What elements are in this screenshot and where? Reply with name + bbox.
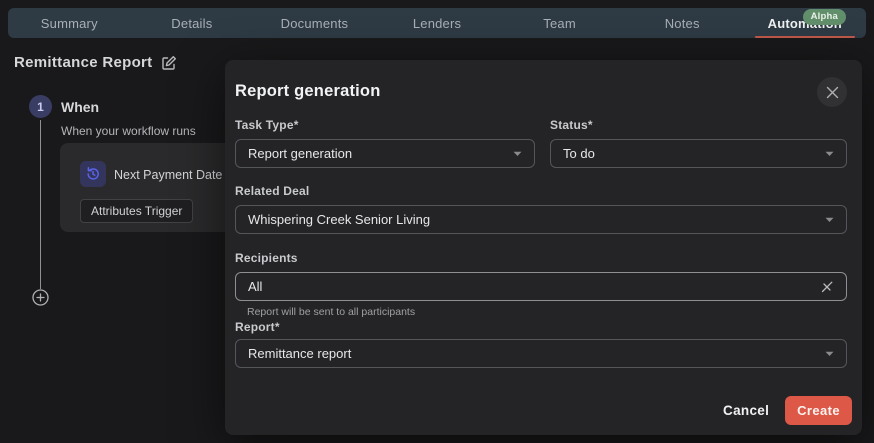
status-label: Status* xyxy=(550,118,593,132)
step-subtitle: When your workflow runs xyxy=(61,124,196,138)
step-number: 1 xyxy=(37,99,44,114)
task-type-value: Report generation xyxy=(248,146,353,161)
plus-circle-icon[interactable] xyxy=(32,289,49,306)
clear-icon[interactable] xyxy=(820,280,834,294)
tab-label: Summary xyxy=(40,15,98,31)
chevron-down-icon xyxy=(513,151,522,156)
related-deal-label: Related Deal xyxy=(235,184,310,198)
tab-bar: Summary Details Documents Lenders Team N… xyxy=(8,8,866,38)
tab-label: Documents xyxy=(280,15,349,31)
tab-label: Details xyxy=(171,15,213,31)
tab-summary[interactable]: Summary xyxy=(8,8,131,38)
alpha-badge: Alpha xyxy=(802,9,846,25)
chevron-down-icon xyxy=(825,351,834,356)
workflow-connector-line xyxy=(40,120,41,289)
tab-label: Team xyxy=(543,15,576,31)
cancel-button[interactable]: Cancel xyxy=(723,403,769,418)
active-tab-underline xyxy=(754,36,855,38)
tab-notes[interactable]: Notes xyxy=(621,8,744,38)
status-select[interactable]: To do xyxy=(550,139,847,168)
report-generation-modal: Report generation Task Type* Report gene… xyxy=(225,60,862,435)
chevron-down-icon xyxy=(825,217,834,222)
report-select[interactable]: Remittance report xyxy=(235,339,847,368)
history-icon xyxy=(80,161,106,187)
chevron-down-icon xyxy=(825,151,834,156)
close-icon[interactable] xyxy=(817,77,847,107)
related-deal-select[interactable]: Whispering Creek Senior Living xyxy=(235,205,847,234)
workflow-title-row: Remittance Report xyxy=(14,54,177,71)
trigger-name: Next Payment Date xyxy=(114,168,223,182)
tab-label: Notes xyxy=(664,15,700,31)
recipients-label: Recipients xyxy=(235,251,298,265)
tab-lenders[interactable]: Lenders xyxy=(376,8,499,38)
create-button[interactable]: Create xyxy=(785,396,852,425)
related-deal-value: Whispering Creek Senior Living xyxy=(248,212,431,227)
recipients-input[interactable] xyxy=(248,279,820,294)
step-title: When xyxy=(61,99,100,115)
tab-documents[interactable]: Documents xyxy=(253,8,376,38)
task-type-select[interactable]: Report generation xyxy=(235,139,535,168)
trigger-card[interactable]: Next Payment Date Attributes Trigger xyxy=(60,143,238,232)
report-label: Report* xyxy=(235,320,280,334)
modal-footer: Cancel Create xyxy=(723,396,852,425)
page-title: Remittance Report xyxy=(14,54,153,71)
task-type-label: Task Type* xyxy=(235,118,299,132)
attributes-trigger-chip[interactable]: Attributes Trigger xyxy=(80,199,194,223)
tab-label: Lenders xyxy=(412,15,462,31)
recipients-field[interactable] xyxy=(235,272,847,301)
step-number-badge: 1 xyxy=(29,95,52,118)
edit-icon[interactable] xyxy=(161,55,177,71)
recipients-helper-text: Report will be sent to all participants xyxy=(247,306,416,318)
tab-details[interactable]: Details xyxy=(131,8,254,38)
modal-title: Report generation xyxy=(235,82,381,100)
status-value: To do xyxy=(563,146,595,161)
tab-team[interactable]: Team xyxy=(498,8,621,38)
report-value: Remittance report xyxy=(248,346,352,361)
